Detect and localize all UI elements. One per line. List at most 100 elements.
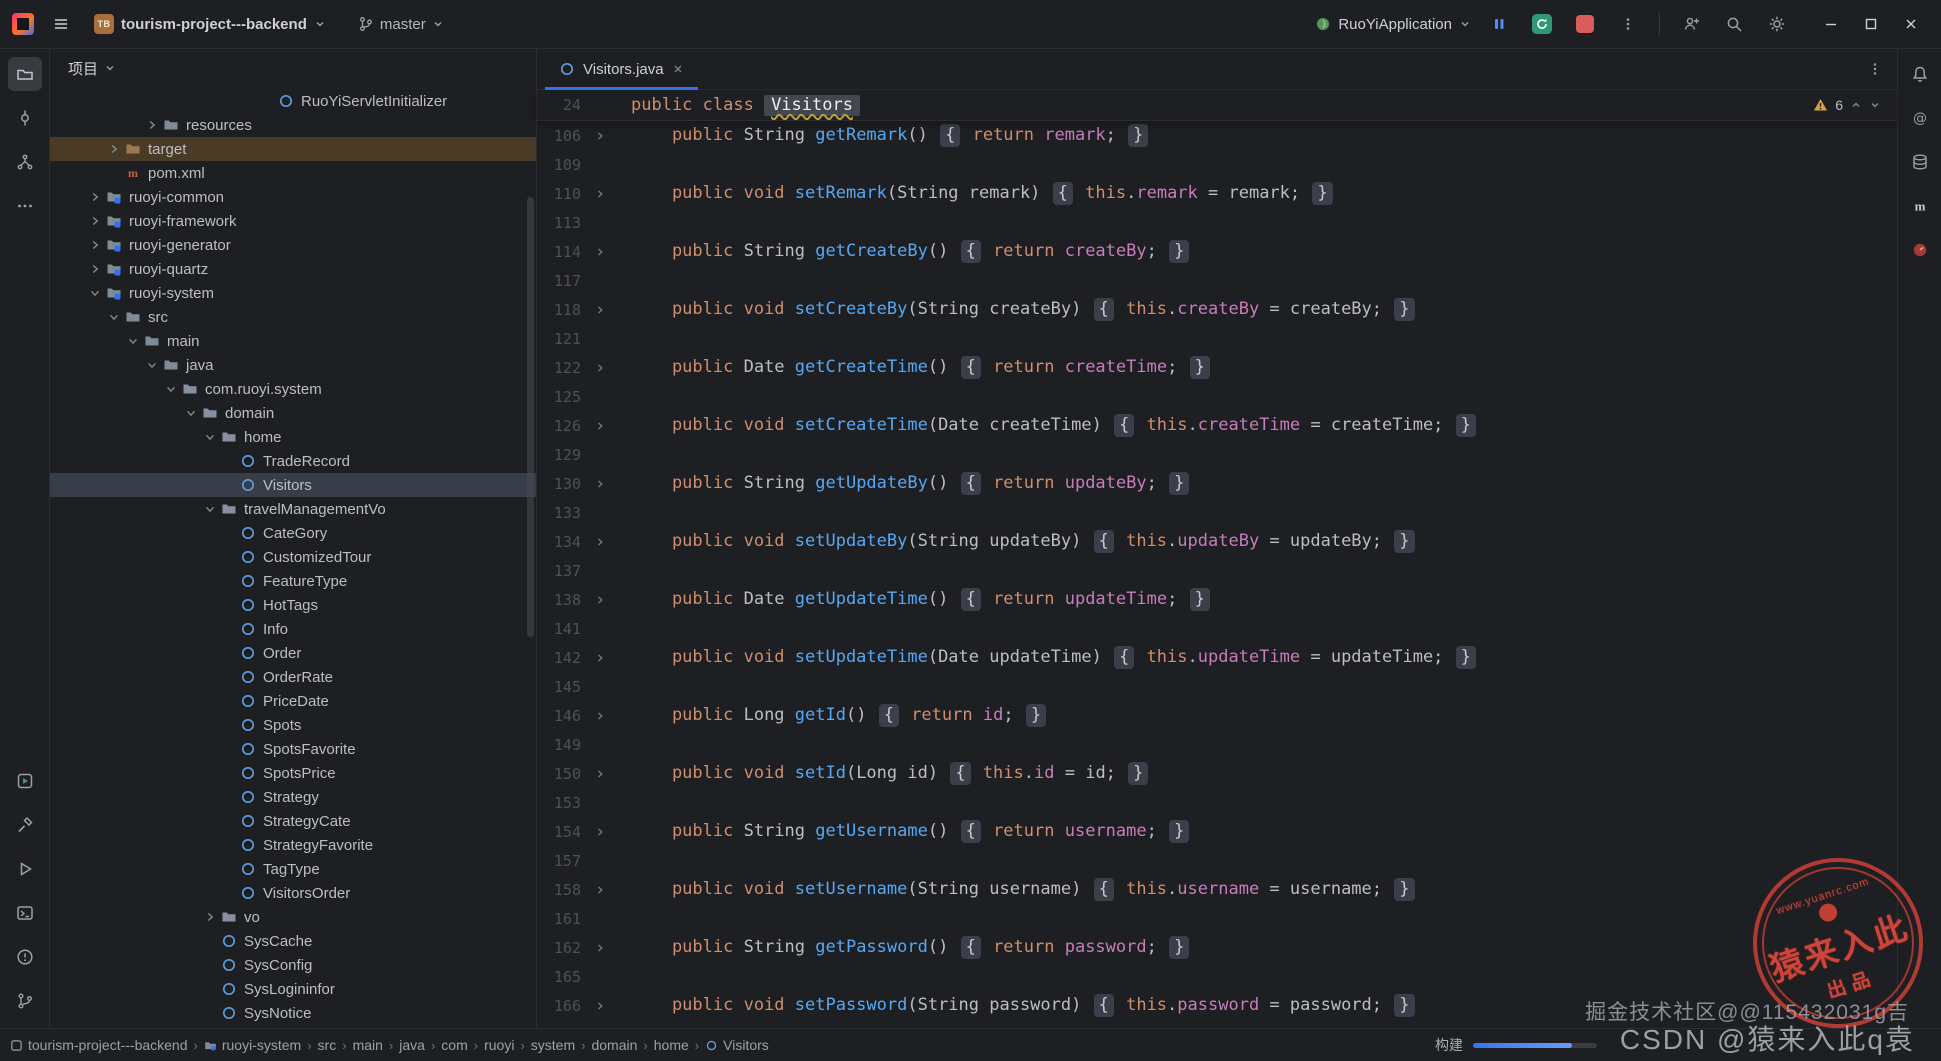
tree-item-SysConfig[interactable]: SysConfig xyxy=(50,953,536,977)
code-text[interactable]: public void setUsername(String username)… xyxy=(611,878,1417,901)
more-tool-button[interactable] xyxy=(8,189,42,223)
line-number[interactable]: 137 xyxy=(537,562,589,580)
line-number[interactable]: 154 xyxy=(537,823,589,841)
minimize-button[interactable] xyxy=(1811,7,1851,41)
build-progress-widget[interactable]: 构建 xyxy=(1435,1029,1597,1061)
chevron-right-icon[interactable] xyxy=(86,190,104,204)
tree-item-SysNotice[interactable]: SysNotice xyxy=(50,1001,536,1025)
breadcrumb-item-ruoyi-system[interactable]: ruoyi-system xyxy=(204,1037,301,1053)
code-with-me-button[interactable] xyxy=(1676,9,1706,39)
tree-item-StrategyFavorite[interactable]: StrategyFavorite xyxy=(50,833,536,857)
line-number[interactable]: 153 xyxy=(537,794,589,812)
tree-item-Info[interactable]: Info xyxy=(50,617,536,641)
line-number[interactable]: 142 xyxy=(537,649,589,667)
tree-item-TagType[interactable]: TagType xyxy=(50,857,536,881)
line-number[interactable]: 158 xyxy=(537,881,589,899)
commit-tool-button[interactable] xyxy=(8,101,42,135)
chevron-down-icon[interactable] xyxy=(124,334,142,348)
fold-icon[interactable] xyxy=(589,826,611,838)
fold-icon[interactable] xyxy=(589,1000,611,1012)
tree-item-TradeRecord[interactable]: TradeRecord xyxy=(50,449,536,473)
line-number[interactable]: 134 xyxy=(537,533,589,551)
code-text[interactable]: public void setUpdateTime(Date updateTim… xyxy=(611,646,1478,669)
line-number[interactable]: 166 xyxy=(537,997,589,1015)
database-tool-button[interactable] xyxy=(1903,145,1937,179)
next-issue-icon[interactable] xyxy=(1869,99,1881,111)
profiler-tool-button[interactable] xyxy=(1903,233,1937,267)
tree-item-target[interactable]: target xyxy=(50,137,536,161)
tree-item-home[interactable]: home xyxy=(50,425,536,449)
stop-button[interactable] xyxy=(1570,9,1600,39)
tree-item-ruoyi-system[interactable]: ruoyi-system xyxy=(50,281,536,305)
settings-button[interactable] xyxy=(1762,9,1792,39)
breadcrumb-item-ruoyi[interactable]: ruoyi xyxy=(484,1037,514,1053)
fold-icon[interactable] xyxy=(589,536,611,548)
line-number[interactable]: 122 xyxy=(537,359,589,377)
breadcrumb-item-home[interactable]: home xyxy=(654,1037,689,1053)
fold-icon[interactable] xyxy=(589,768,611,780)
line-number[interactable]: 126 xyxy=(537,417,589,435)
scrollbar[interactable] xyxy=(527,197,534,637)
tree-item-src[interactable]: src xyxy=(50,305,536,329)
line-number[interactable]: 106 xyxy=(537,127,589,145)
tab-visitors-java[interactable]: Visitors.java xyxy=(545,49,698,90)
fold-icon[interactable] xyxy=(589,884,611,896)
chevron-down-icon[interactable] xyxy=(201,502,219,516)
terminal-tool-button[interactable] xyxy=(8,896,42,930)
project-panel-header[interactable]: 项目 xyxy=(50,49,536,87)
tree-item-domain[interactable]: domain xyxy=(50,401,536,425)
line-number[interactable]: 130 xyxy=(537,475,589,493)
tree-item-vo[interactable]: vo xyxy=(50,905,536,929)
fold-icon[interactable] xyxy=(589,420,611,432)
breadcrumb-item-Visitors[interactable]: Visitors xyxy=(705,1037,769,1053)
run-configuration-widget[interactable]: RuoYiApplication xyxy=(1315,16,1471,33)
tree-item-StrategyCate[interactable]: StrategyCate xyxy=(50,809,536,833)
line-number[interactable]: 113 xyxy=(537,214,589,232)
tree-item-Spots[interactable]: Spots xyxy=(50,713,536,737)
fold-icon[interactable] xyxy=(589,246,611,258)
breadcrumb-item-tourism-project---backend[interactable]: tourism-project---backend xyxy=(10,1037,188,1053)
line-number[interactable]: 118 xyxy=(537,301,589,319)
tree-item-SpotsPrice[interactable]: SpotsPrice xyxy=(50,761,536,785)
breadcrumb-item-system[interactable]: system xyxy=(531,1037,575,1053)
line-number[interactable]: 145 xyxy=(537,678,589,696)
tree-item-VisitorsOrder[interactable]: VisitorsOrder xyxy=(50,881,536,905)
tree-item-Visitors[interactable]: Visitors xyxy=(50,473,536,497)
tree-item-pom.xml[interactable]: m pom.xml xyxy=(50,161,536,185)
line-number[interactable]: 125 xyxy=(537,388,589,406)
fold-icon[interactable] xyxy=(589,362,611,374)
tree-item-com.ruoyi.system[interactable]: com.ruoyi.system xyxy=(50,377,536,401)
ai-assistant-tool-button[interactable]: @ xyxy=(1903,101,1937,135)
run-tool-button[interactable] xyxy=(8,852,42,886)
code-text[interactable]: public class Visitors xyxy=(611,94,860,116)
maximize-button[interactable] xyxy=(1851,7,1891,41)
tab-options-button[interactable] xyxy=(1867,49,1897,89)
services-tool-button[interactable] xyxy=(8,764,42,798)
line-number[interactable]: 165 xyxy=(537,968,589,986)
code-text[interactable]: public String getCreateBy() { return cre… xyxy=(611,240,1191,263)
line-number[interactable]: 110 xyxy=(537,185,589,203)
code-text[interactable]: public void setPassword(String password)… xyxy=(611,994,1417,1017)
line-number[interactable]: 109 xyxy=(537,156,589,174)
close-icon[interactable] xyxy=(672,63,684,75)
line-number[interactable]: 150 xyxy=(537,765,589,783)
code-text[interactable]: public String getUpdateBy() { return upd… xyxy=(611,472,1191,495)
tree-item-Order[interactable]: Order xyxy=(50,641,536,665)
tree-item-CustomizedTour[interactable]: CustomizedTour xyxy=(50,545,536,569)
line-number[interactable]: 129 xyxy=(537,446,589,464)
chevron-down-icon[interactable] xyxy=(105,310,123,324)
build-tool-button[interactable] xyxy=(8,808,42,842)
breadcrumb-item-domain[interactable]: domain xyxy=(591,1037,637,1053)
chevron-down-icon[interactable] xyxy=(143,358,161,372)
chevron-right-icon[interactable] xyxy=(201,910,219,924)
code-text[interactable]: public void setId(Long id) { this.id = i… xyxy=(611,762,1150,785)
tree-item-OrderRate[interactable]: OrderRate xyxy=(50,665,536,689)
line-number[interactable]: 121 xyxy=(537,330,589,348)
tree-item-ruoyi-common[interactable]: ruoyi-common xyxy=(50,185,536,209)
line-number[interactable]: 117 xyxy=(537,272,589,290)
line-number[interactable]: 24 xyxy=(537,96,589,114)
code-text[interactable]: public void setCreateTime(Date createTim… xyxy=(611,414,1478,437)
vcs-tool-button[interactable] xyxy=(8,984,42,1018)
pause-button[interactable] xyxy=(1484,9,1514,39)
breadcrumb-item-java[interactable]: java xyxy=(399,1037,425,1053)
